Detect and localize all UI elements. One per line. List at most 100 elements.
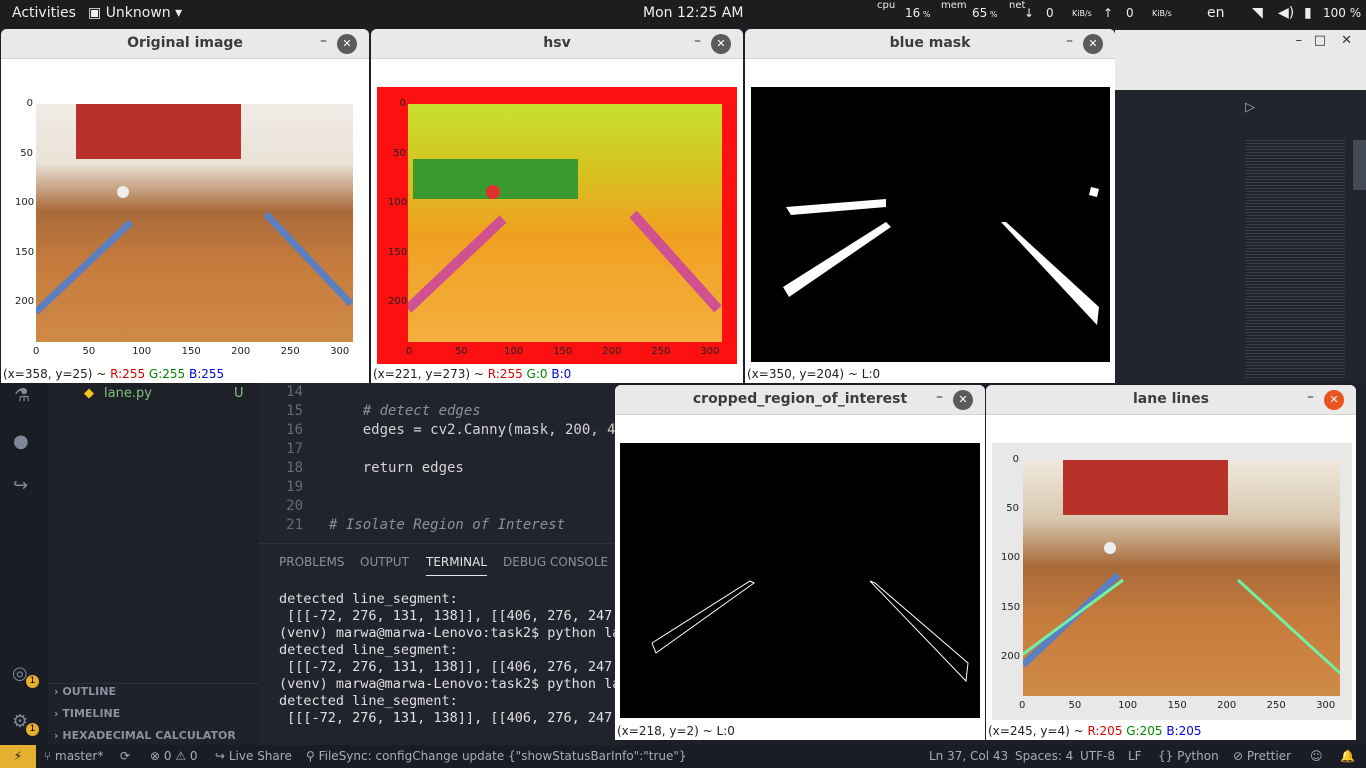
y-tick-label: 0 [399,98,406,109]
line-number: 18 [286,460,303,476]
terminal-output[interactable]: detected line_segment: [[[-72, 276, 131,… [279,591,620,727]
y-tick-label: 50 [20,147,33,159]
minimize-icon[interactable]: – [1307,389,1314,405]
minimize-icon[interactable]: – [1066,33,1073,49]
activities-button[interactable]: Activities [12,5,76,21]
indentation[interactable]: Spaces: 4 [1015,749,1073,763]
wifi-icon[interactable]: ◥ [1252,5,1263,21]
tab-terminal[interactable]: TERMINAL [426,555,488,576]
problems-count[interactable]: ⊗ 0 ⚠ 0 [150,749,198,763]
close-icon[interactable]: ✕ [337,34,357,54]
y-tick-label: 100 [388,197,408,209]
terminal-line: detected line_segment: [279,693,458,709]
image-lanes [1023,460,1340,696]
code-minimap-area: ▷ [1115,90,1366,383]
close-icon[interactable]: ✕ [1324,390,1344,410]
timeline-section[interactable]: › TIMELINE [54,707,120,720]
bottom-panel: PROBLEMS OUTPUT TERMINAL DEBUG CONSOLE d… [259,543,620,745]
x-tick-label: 200 [1217,700,1237,711]
app-name: Unknown [105,5,171,21]
x-tick-label: 300 [330,346,350,357]
x-tick-label: 100 [1118,700,1138,711]
github-icon[interactable]: ● [13,431,29,452]
liveshare-icon[interactable]: ↪ [13,475,28,496]
cpu-label: cpu [877,0,896,11]
app-menu[interactable]: ▣ Unknown ▾ [88,5,182,21]
prettier[interactable]: ⊘ Prettier [1233,749,1291,763]
scrollbar[interactable] [1353,140,1366,190]
code-line: return edges [329,460,464,476]
terminal-line: detected line_segment: [279,591,458,607]
minimize-icon[interactable]: – [936,389,943,405]
volume-icon[interactable]: ◀) [1278,5,1294,21]
x-tick-label: 50 [82,346,96,357]
x-tick-label: 0 [1019,700,1026,711]
close-icon[interactable]: ✕ [1083,34,1103,54]
plot-area [992,443,1352,720]
encoding[interactable]: UTF-8 [1080,749,1115,763]
tab-problems[interactable]: PROBLEMS [279,555,345,569]
battery-icon[interactable]: ▮ [1304,5,1312,21]
minimap[interactable] [1245,138,1345,378]
code-line: # detect edges [329,403,481,419]
liveshare-button[interactable]: ↪ Live Share [215,749,292,763]
window-titlebar[interactable]: Original image – ✕ [1,29,369,59]
window-lane-lines: lane lines – ✕ (x=245, y=4) ~ R:205 G:20… [986,385,1356,740]
run-icon[interactable]: ▷ [1245,100,1255,115]
y-tick-label: 50 [393,147,406,159]
window-titlebar[interactable]: hsv – ✕ [371,29,743,59]
window-title: Original image [127,35,243,51]
feedback-icon[interactable]: ☺ [1310,749,1323,763]
x-tick-label: 0 [33,346,40,357]
filesync-status[interactable]: ⚲ FileSync: configChange update {"showSt… [306,749,687,763]
settings-badge: 1 [26,723,39,736]
minimize-icon[interactable]: – [694,33,701,49]
code-line: edges = cv2.Canny(mask, 200, 4 [329,422,616,438]
image-mask [751,87,1110,362]
hexcalc-section[interactable]: › HEXADECIMAL CALCULATOR [54,729,236,742]
tab-debug-console[interactable]: DEBUG CONSOLE [503,555,608,569]
image-hsv [408,104,722,342]
tab-output[interactable]: OUTPUT [360,555,409,569]
image-roi [620,443,980,718]
code-area[interactable]: 14 15 # detect edges 16 edges = cv2.Canny(… [259,383,616,543]
sync-icon[interactable]: ⟳ [120,749,130,763]
window-title: lane lines [1133,391,1209,407]
window-titlebar[interactable]: blue mask – ✕ [745,29,1115,59]
pixel-status: (x=358, y=25) ~ R:255 G:255 B:255 [3,367,225,381]
remote-icon[interactable]: ⚡ [0,745,36,768]
terminal-line: [[[-72, 276, 131, 138]], [[406, 276, 247… [279,608,621,624]
language-mode[interactable]: {} Python [1158,749,1219,763]
flask-icon[interactable]: ⚗ [14,385,30,406]
explorer-sidebar: ◆ lane.py U › OUTLINE › TIMELINE › HEXAD… [48,383,259,745]
maximize-icon[interactable]: □ [1314,33,1326,48]
mem-label: mem [941,0,967,11]
y-tick-label: 50 [1006,503,1019,515]
y-tick-label: 150 [388,246,408,258]
close-icon[interactable]: ✕ [1341,33,1352,48]
cpu-value: 16 % [905,6,931,20]
activity-bar: ⚗ ● ↪ ◎ 1 ⚙ 1 [0,383,48,745]
window-titlebar[interactable]: lane lines – ✕ [986,385,1356,415]
status-bar: ⚡ ⑂ master* ⟳ ⊗ 0 ⚠ 0 ↪ Live Share ⚲ Fil… [0,745,1366,768]
cursor-position[interactable]: Ln 37, Col 43 [929,749,1008,763]
y-tick-label: 200 [388,296,408,308]
file-item-lane[interactable]: lane.py [104,386,152,401]
clock[interactable]: Mon 12:25 AM [643,5,743,21]
untracked-badge: U [234,386,244,401]
minimize-icon[interactable]: – [1296,33,1303,48]
terminal-line: (venv) marwa@marwa-Lenovo:task2$ python … [279,676,621,692]
language-indicator[interactable]: en [1207,5,1225,21]
branch[interactable]: ⑂ master* [44,749,103,763]
y-tick-label: 0 [1012,454,1019,465]
close-icon[interactable]: ✕ [953,390,973,410]
outline-section[interactable]: › OUTLINE [54,685,116,698]
eol[interactable]: LF [1128,749,1142,763]
plot-area [5,87,367,364]
close-icon[interactable]: ✕ [711,34,731,54]
x-tick-label: 250 [280,346,300,357]
x-tick-label: 200 [602,346,622,357]
minimize-icon[interactable]: – [320,33,327,49]
window-titlebar[interactable]: cropped_region_of_interest – ✕ [615,385,985,415]
notifications-icon[interactable]: 🔔 [1340,749,1355,763]
